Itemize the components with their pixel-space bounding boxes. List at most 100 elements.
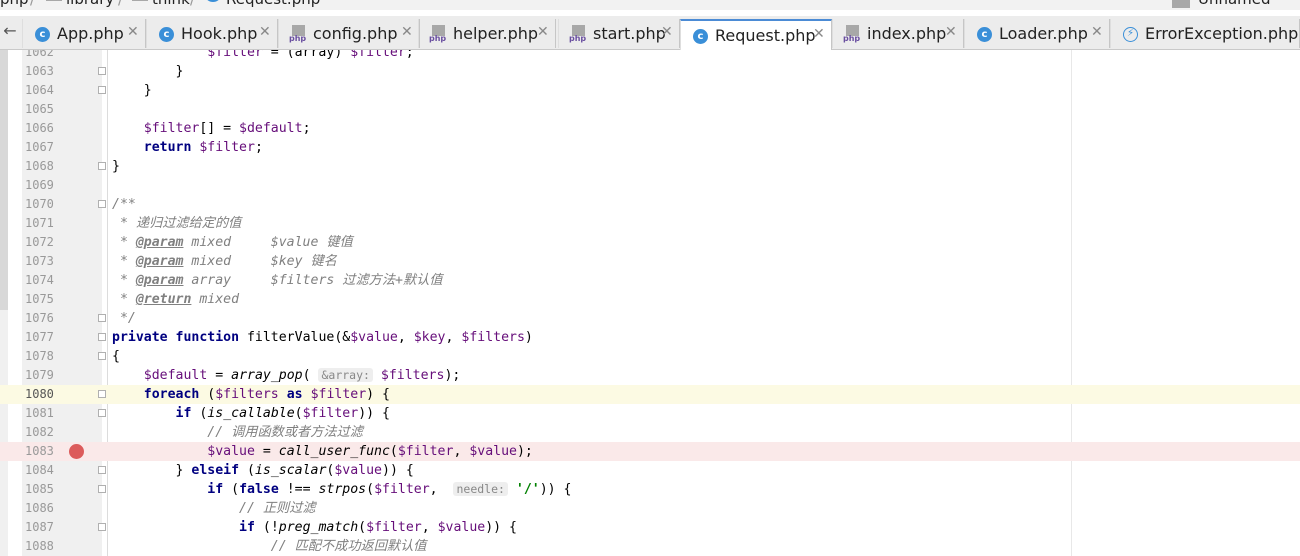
- code-line[interactable]: 1088 // 匹配不成功返回默认值: [0, 537, 1300, 556]
- breakpoint-icon[interactable]: [69, 444, 84, 459]
- fold-toggle-icon[interactable]: [98, 409, 106, 417]
- code-line[interactable]: 1067 return $filter;: [0, 138, 1300, 157]
- code-line[interactable]: 1076 */: [0, 309, 1300, 328]
- code-text[interactable]: * @param array $filters 过滤方法+默认值: [112, 271, 443, 290]
- code-text[interactable]: */: [112, 309, 136, 328]
- code-text[interactable]: }: [112, 157, 120, 176]
- tab-index-php[interactable]: php index.php ✕: [832, 19, 964, 48]
- code-line[interactable]: 1081 if (is_callable($filter)) {: [0, 404, 1300, 423]
- code-line[interactable]: 1084 } elseif (is_scalar($value)) {: [0, 461, 1300, 480]
- code-text[interactable]: $filter[] = $default;: [112, 119, 311, 138]
- code-line[interactable]: 1078 {: [0, 347, 1300, 366]
- code-line[interactable]: 1075 * @return mixed: [0, 290, 1300, 309]
- fold-toggle-icon[interactable]: [98, 314, 106, 322]
- code-line[interactable]: 1083 $value = call_user_func($filter, $v…: [0, 442, 1300, 461]
- code-line[interactable]: 1073 * @param mixed $key 键名: [0, 252, 1300, 271]
- line-number[interactable]: 1072: [25, 233, 65, 252]
- line-number[interactable]: 1070: [25, 195, 65, 214]
- code-line[interactable]: 1070 /**: [0, 195, 1300, 214]
- code-line[interactable]: 1085 if (false !== strpos($filter, needl…: [0, 480, 1300, 499]
- code-text[interactable]: if (!preg_match($filter, $value)) {: [112, 518, 517, 537]
- code-text[interactable]: // 调用函数或者方法过滤: [112, 423, 363, 442]
- breadcrumb-library[interactable]: library: [66, 0, 114, 8]
- line-number[interactable]: 1087: [25, 518, 65, 537]
- code-text[interactable]: if (false !== strpos($filter, needle: '/…: [112, 480, 571, 499]
- code-line[interactable]: 1068}: [0, 157, 1300, 176]
- line-number[interactable]: 1067: [25, 138, 65, 157]
- code-text[interactable]: }: [112, 81, 152, 100]
- line-number[interactable]: 1088: [25, 537, 65, 556]
- code-editor[interactable]: 1062 $filter = (array) $filter; 1063 } 106…: [0, 50, 1300, 556]
- code-line[interactable]: 1069: [0, 176, 1300, 195]
- code-text[interactable]: return $filter;: [112, 138, 263, 157]
- line-number[interactable]: 1081: [25, 404, 65, 423]
- close-icon[interactable]: ✕: [661, 24, 673, 40]
- line-number[interactable]: 1066: [25, 119, 65, 138]
- tab-config-php[interactable]: php config.php ✕: [278, 19, 420, 48]
- code-line[interactable]: 1066 $filter[] = $default;: [0, 119, 1300, 138]
- code-line[interactable]: 1065: [0, 100, 1300, 119]
- close-icon[interactable]: ✕: [401, 24, 413, 40]
- code-line[interactable]: 1080 foreach ($filters as $filter) {: [0, 385, 1300, 404]
- code-line[interactable]: 1063 }: [0, 62, 1300, 81]
- code-line[interactable]: 1077 private function filterValue(&$value…: [0, 328, 1300, 347]
- fold-toggle-icon[interactable]: [98, 333, 106, 341]
- line-number[interactable]: 1073: [25, 252, 65, 271]
- close-icon[interactable]: ✕: [1091, 24, 1103, 40]
- line-number[interactable]: 1071: [25, 214, 65, 233]
- code-line[interactable]: 1064 }: [0, 81, 1300, 100]
- code-text[interactable]: * @return mixed: [112, 290, 239, 309]
- code-text[interactable]: $filter = (array) $filter;: [112, 50, 413, 62]
- code-line[interactable]: 1082 // 调用函数或者方法过滤: [0, 423, 1300, 442]
- line-number[interactable]: 1068: [25, 157, 65, 176]
- breadcrumb-think[interactable]: think: [152, 0, 190, 8]
- code-text[interactable]: * 递归过滤给定的值: [112, 214, 241, 233]
- code-line[interactable]: 1087 if (!preg_match($filter, $value)) {: [0, 518, 1300, 537]
- fold-toggle-icon[interactable]: [98, 86, 106, 94]
- back-arrow-icon[interactable]: ←: [0, 21, 20, 40]
- fold-toggle-icon[interactable]: [98, 162, 106, 170]
- code-text[interactable]: // 匹配不成功返回默认值: [112, 537, 427, 556]
- close-icon[interactable]: ✕: [813, 26, 825, 42]
- line-number[interactable]: 1069: [25, 176, 65, 195]
- code-text[interactable]: * @param mixed $key 键名: [112, 252, 337, 271]
- line-number[interactable]: 1079: [25, 366, 65, 385]
- code-text[interactable]: * @param mixed $value 键值: [112, 233, 353, 252]
- line-number[interactable]: 1063: [25, 62, 65, 81]
- code-line[interactable]: 1079 $default = array_pop( &array: $filt…: [0, 366, 1300, 385]
- code-text[interactable]: }: [112, 62, 184, 81]
- code-text[interactable]: } elseif (is_scalar($value)) {: [112, 461, 414, 480]
- tab-errorexception-php[interactable]: ⚡ ErrorException.php: [1110, 19, 1300, 48]
- breadcrumb-php[interactable]: php: [0, 0, 29, 8]
- fold-toggle-icon[interactable]: [98, 523, 106, 531]
- code-text[interactable]: $value = call_user_func($filter, $value)…: [112, 442, 533, 461]
- code-text[interactable]: {: [112, 347, 120, 366]
- code-text[interactable]: /**: [112, 195, 136, 214]
- fold-toggle-icon[interactable]: [98, 466, 106, 474]
- close-icon[interactable]: ✕: [127, 24, 139, 40]
- fold-toggle-icon[interactable]: [98, 67, 106, 75]
- line-number[interactable]: 1062: [25, 50, 65, 62]
- code-line[interactable]: 1086 // 正则过滤: [0, 499, 1300, 518]
- close-icon[interactable]: ✕: [945, 24, 957, 40]
- code-line[interactable]: 1062 $filter = (array) $filter;: [0, 50, 1300, 62]
- line-number[interactable]: 1085: [25, 480, 65, 499]
- code-text[interactable]: if (is_callable($filter)) {: [112, 404, 390, 423]
- code-line[interactable]: 1071 * 递归过滤给定的值: [0, 214, 1300, 233]
- code-text[interactable]: $default = array_pop( &array: $filters);: [112, 366, 460, 385]
- fold-toggle-icon[interactable]: [98, 200, 106, 208]
- fold-toggle-icon[interactable]: [98, 485, 106, 493]
- line-number[interactable]: 1083: [25, 442, 65, 461]
- code-text[interactable]: // 正则过滤: [112, 499, 316, 518]
- close-icon[interactable]: ✕: [537, 24, 549, 40]
- line-number[interactable]: 1076: [25, 309, 65, 328]
- line-number[interactable]: 1084: [25, 461, 65, 480]
- line-number[interactable]: 1077: [25, 328, 65, 347]
- tab-start-php[interactable]: php start.php ✕: [558, 19, 680, 48]
- line-number[interactable]: 1075: [25, 290, 65, 309]
- line-number[interactable]: 1082: [25, 423, 65, 442]
- tab-loader-php[interactable]: c Loader.php ✕: [964, 19, 1110, 48]
- tab-hook-php[interactable]: c Hook.php ✕: [146, 19, 278, 48]
- fold-toggle-icon[interactable]: [98, 390, 106, 398]
- code-text[interactable]: foreach ($filters as $filter) {: [112, 385, 390, 404]
